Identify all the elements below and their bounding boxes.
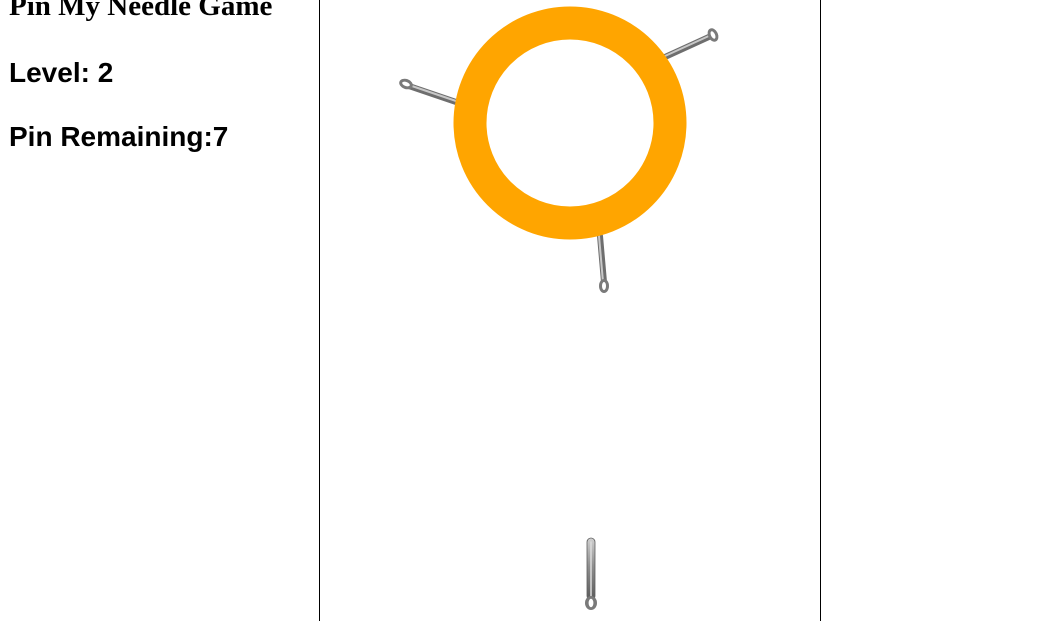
level-display: Level: 2 (9, 57, 114, 88)
game-board[interactable] (319, 0, 821, 621)
stuck-needle (399, 78, 459, 105)
ready-needle[interactable] (585, 537, 597, 610)
target-ring (453, 6, 687, 240)
stuck-needle (662, 28, 719, 60)
pins-remaining-display: Pin Remaining:7 (9, 121, 229, 152)
stuck-needle (597, 233, 609, 293)
game-title: Pin My Needle Game (9, 0, 273, 22)
game-canvas[interactable] (320, 0, 820, 621)
